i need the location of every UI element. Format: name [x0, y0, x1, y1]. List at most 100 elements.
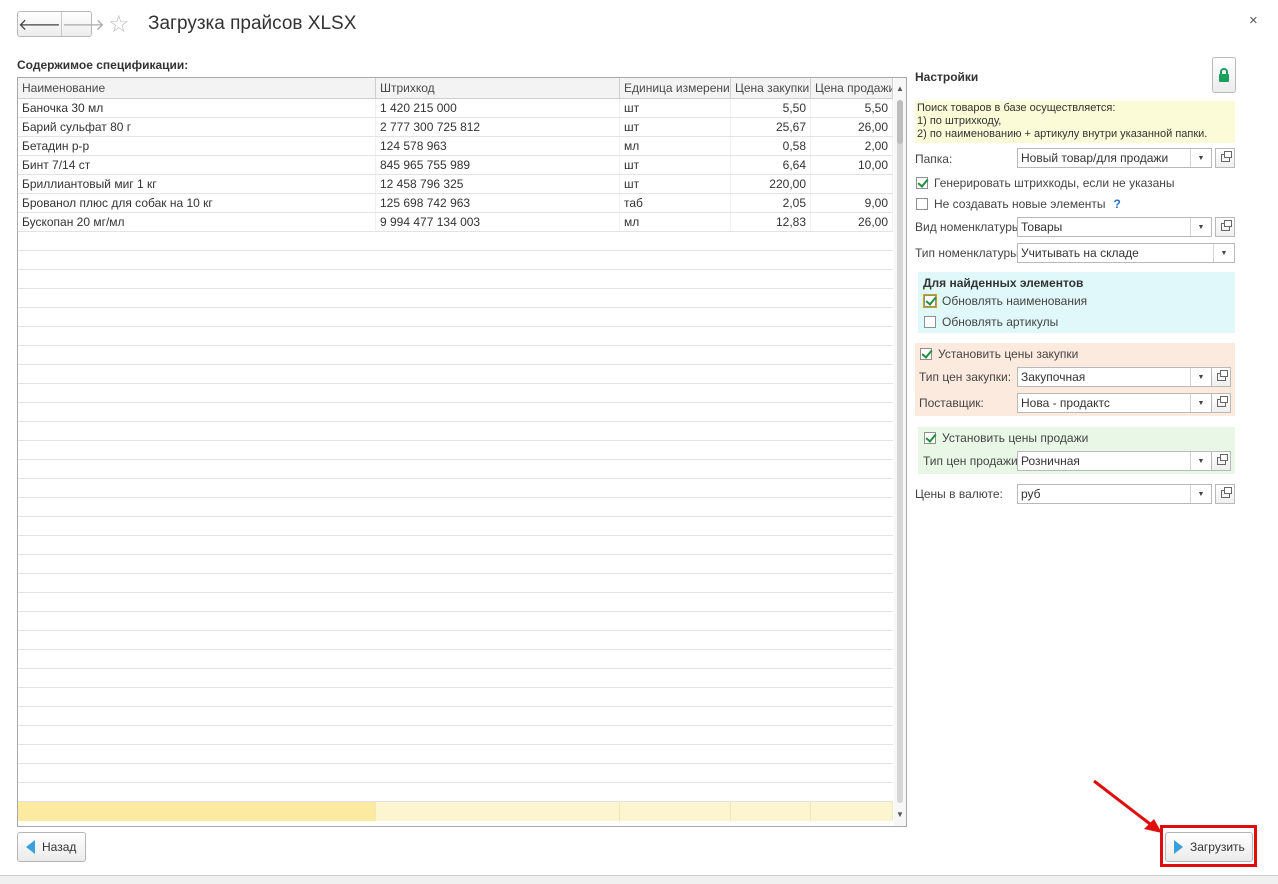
empty-table-row: [18, 327, 893, 346]
cell-barcode: 125 698 742 963: [376, 194, 620, 212]
empty-table-row: [18, 555, 893, 574]
empty-table-row: [18, 270, 893, 289]
settings-title: Настройки: [915, 70, 979, 84]
cell-name: Бинт 7/14 ст: [18, 156, 376, 174]
chevron-down-icon[interactable]: ▼: [1190, 218, 1211, 236]
forward-nav-button[interactable]: 🡒: [60, 12, 105, 36]
empty-table-row: [18, 764, 893, 783]
set-sale-row[interactable]: Установить цены продажи: [924, 431, 1088, 445]
purchase-type-label: Тип цен закупки:: [919, 370, 1012, 384]
gen-barcodes-row[interactable]: Генерировать штрихкоды, если не указаны: [916, 176, 1175, 190]
gen-barcodes-checkbox[interactable]: [916, 177, 928, 189]
set-purchase-row[interactable]: Установить цены закупки: [920, 347, 1078, 361]
purchase-type-open-button[interactable]: [1211, 367, 1231, 387]
column-header-name[interactable]: Наименование: [18, 78, 376, 98]
chevron-down-icon[interactable]: ▼: [1190, 149, 1211, 167]
update-articles-row[interactable]: Обновлять артикулы: [924, 315, 1058, 329]
cell-sale-price: 26,00: [811, 213, 893, 231]
scroll-track[interactable]: [897, 100, 903, 803]
lock-icon: [1219, 67, 1229, 82]
currency-field[interactable]: руб ▼: [1017, 484, 1212, 504]
scroll-down-icon[interactable]: ▼: [896, 810, 904, 819]
nom-kind-field[interactable]: Товары ▼: [1017, 217, 1212, 237]
history-nav: 🡐 🡒: [17, 11, 105, 37]
cell-unit: шт: [620, 175, 731, 193]
update-articles-label: Обновлять артикулы: [942, 315, 1059, 329]
supplier-field[interactable]: Нова - продактс ▼: [1017, 393, 1212, 413]
set-sale-checkbox[interactable]: [924, 432, 936, 444]
sale-type-open-button[interactable]: [1211, 451, 1231, 471]
close-icon[interactable]: ×: [1249, 12, 1258, 29]
open-form-icon: [1216, 370, 1228, 381]
supplier-value: Нова - продактс: [1021, 396, 1110, 410]
no-create-checkbox[interactable]: [916, 198, 928, 210]
lock-button[interactable]: [1212, 57, 1236, 93]
footer-cell: [811, 802, 893, 821]
table-row[interactable]: Барий сульфат 80 г 2 777 300 725 812 шт …: [18, 118, 893, 137]
empty-table-row: [18, 479, 893, 498]
scroll-thumb[interactable]: [897, 100, 903, 144]
table-scrollbar[interactable]: ▲ ▼: [894, 78, 906, 826]
column-header-sale-price[interactable]: Цена продажи: [811, 78, 893, 98]
nom-kind-open-button[interactable]: [1215, 217, 1235, 237]
open-form-icon: [1220, 220, 1232, 231]
update-articles-checkbox[interactable]: [924, 316, 936, 328]
update-names-checkbox[interactable]: [923, 294, 937, 308]
table-body: Баночка 30 мл 1 420 215 000 шт 5,50 5,50…: [18, 99, 893, 802]
cell-sale-price: 10,00: [811, 156, 893, 174]
supplier-open-button[interactable]: [1211, 393, 1231, 413]
cell-purchase-price: 220,00: [731, 175, 811, 193]
empty-table-row: [18, 384, 893, 403]
table-row[interactable]: Бетадин р-р 124 578 963 мл 0,58 2,00: [18, 137, 893, 156]
table-row[interactable]: Брованол плюс для собак на 10 кг 125 698…: [18, 194, 893, 213]
spec-table[interactable]: Наименование Штрихкод Единица измерения …: [17, 77, 907, 827]
star-icon[interactable]: ☆: [108, 11, 130, 39]
column-header-unit[interactable]: Единица измерения: [620, 78, 731, 98]
chevron-down-icon[interactable]: ▼: [1190, 394, 1211, 412]
load-button[interactable]: Загрузить: [1165, 832, 1253, 862]
info-line: 2) по наименованию + артикулу внутри ука…: [917, 128, 1208, 140]
no-create-row[interactable]: Не создавать новые элементы ?: [916, 197, 1121, 211]
empty-rows: [18, 232, 893, 802]
column-header-purchase-price[interactable]: Цена закупки: [731, 78, 811, 98]
column-header-barcode[interactable]: Штрихкод: [376, 78, 620, 98]
cell-barcode: 1 420 215 000: [376, 99, 620, 117]
folder-open-button[interactable]: [1215, 148, 1235, 168]
spec-label: Содержимое спецификации:: [17, 58, 189, 72]
cell-purchase-price: 2,05: [731, 194, 811, 212]
cell-unit: мл: [620, 137, 731, 155]
empty-table-row: [18, 441, 893, 460]
set-purchase-checkbox[interactable]: [920, 348, 932, 360]
purchase-type-field[interactable]: Закупочная ▼: [1017, 367, 1212, 387]
empty-table-row: [18, 593, 893, 612]
cell-purchase-price: 12,83: [731, 213, 811, 231]
window-title: Загрузка прайсов XLSX: [148, 13, 357, 34]
chevron-down-icon[interactable]: ▼: [1190, 452, 1211, 470]
table-row[interactable]: Бинт 7/14 ст 845 965 755 989 шт 6,64 10,…: [18, 156, 893, 175]
chevron-down-icon[interactable]: ▼: [1190, 485, 1211, 503]
help-icon[interactable]: ?: [1114, 197, 1121, 211]
back-button[interactable]: Назад: [17, 832, 86, 862]
back-nav-button[interactable]: 🡐: [18, 12, 61, 36]
cell-sale-price: 9,00: [811, 194, 893, 212]
table-row[interactable]: Бриллиантовый миг 1 кг 12 458 796 325 шт…: [18, 175, 893, 194]
chevron-down-icon[interactable]: ▼: [1190, 368, 1211, 386]
set-sale-label: Установить цены продажи: [942, 431, 1089, 445]
open-form-icon: [1216, 454, 1228, 465]
empty-table-row: [18, 403, 893, 422]
folder-field[interactable]: Новый товар/для продажи ▼: [1017, 148, 1212, 168]
empty-table-row: [18, 688, 893, 707]
cell-barcode: 9 994 477 134 003: [376, 213, 620, 231]
currency-open-button[interactable]: [1215, 484, 1235, 504]
scroll-up-icon[interactable]: ▲: [896, 84, 904, 93]
empty-table-row: [18, 631, 893, 650]
update-names-row[interactable]: Обновлять наименования: [923, 294, 1087, 308]
nom-type-field[interactable]: Учитывать на складе ▼: [1017, 243, 1235, 263]
table-row[interactable]: Бускопан 20 мг/мл 9 994 477 134 003 мл 1…: [18, 213, 893, 232]
table-row[interactable]: Баночка 30 мл 1 420 215 000 шт 5,50 5,50: [18, 99, 893, 118]
sale-type-field[interactable]: Розничная ▼: [1017, 451, 1212, 471]
chevron-down-icon[interactable]: ▼: [1213, 244, 1234, 262]
folder-label: Папка:: [915, 152, 953, 166]
cell-sale-price: [811, 175, 893, 193]
annotation-arrow-icon: [1093, 779, 1162, 833]
